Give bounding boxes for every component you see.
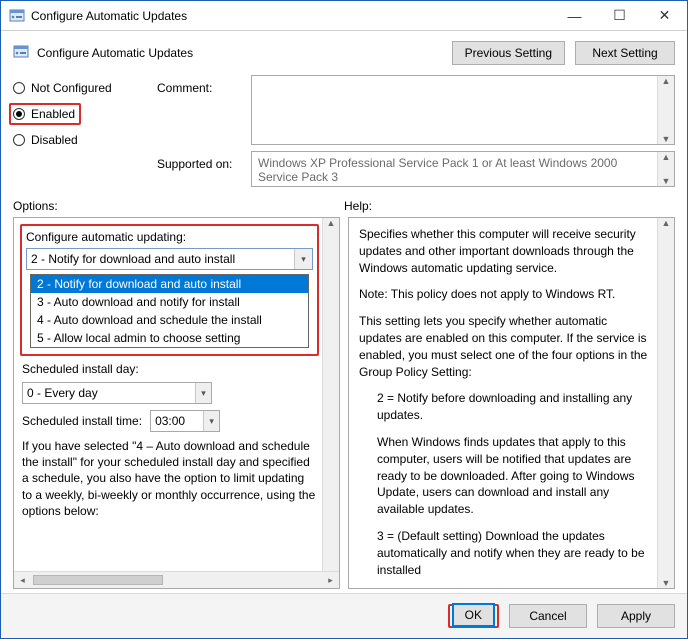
- chevron-down-icon: ▾: [195, 383, 211, 403]
- policy-title: Configure Automatic Updates: [37, 46, 193, 60]
- footer: OK Cancel Apply: [1, 593, 687, 638]
- policy-title-block: Configure Automatic Updates: [13, 44, 452, 63]
- scrollbar-vertical[interactable]: ▲▼: [657, 152, 674, 186]
- install-day-label: Scheduled install day:: [22, 362, 317, 376]
- previous-setting-button[interactable]: Previous Setting: [452, 41, 565, 65]
- state-radio-group: Not Configured Enabled Disabled: [13, 75, 153, 187]
- maximize-button[interactable]: ☐: [597, 1, 642, 30]
- policy-icon: [13, 44, 29, 63]
- dropdown-item[interactable]: 5 - Allow local admin to choose setting: [31, 329, 308, 347]
- config-grid: Not Configured Enabled Disabled Comment:…: [1, 69, 687, 191]
- install-day-combo[interactable]: 0 - Every day ▾: [22, 382, 212, 404]
- dropdown-item[interactable]: 2 - Notify for download and auto install: [31, 275, 308, 293]
- supported-on-value: Windows XP Professional Service Pack 1 o…: [258, 156, 617, 184]
- configure-updating-combo[interactable]: 2 - Notify for download and auto install…: [26, 248, 313, 270]
- help-paragraph: Specifies whether this computer will rec…: [359, 226, 652, 276]
- supported-label: Supported on:: [157, 151, 247, 187]
- comment-textarea[interactable]: ▲▼: [251, 75, 675, 145]
- window-frame: Configure Automatic Updates ― ☐ ✕ Config…: [0, 0, 688, 639]
- dropdown-item[interactable]: 4 - Auto download and schedule the insta…: [31, 311, 308, 329]
- comment-label: Comment:: [157, 75, 247, 145]
- section-labels: Options: Help:: [1, 191, 687, 217]
- options-note: If you have selected "4 – Auto download …: [22, 438, 317, 519]
- panes: ▲▼ Configure automatic updating: 2 - Not…: [1, 217, 687, 593]
- chevron-down-icon: ▾: [294, 249, 312, 269]
- radio-icon: [13, 134, 25, 146]
- help-paragraph: Note: This policy does not apply to Wind…: [359, 286, 652, 303]
- help-paragraph: 3 = (Default setting) Download the updat…: [377, 528, 652, 578]
- help-paragraph: When Windows finds updates that apply to…: [377, 434, 652, 518]
- chevron-down-icon: ▾: [203, 411, 219, 431]
- scrollbar-vertical[interactable]: ▲▼: [657, 76, 674, 144]
- radio-icon: [13, 82, 25, 94]
- help-pane: ▲▼ Specifies whether this computer will …: [348, 217, 675, 589]
- help-paragraph: 2 = Notify before downloading and instal…: [377, 390, 652, 424]
- apply-button[interactable]: Apply: [597, 604, 675, 628]
- install-day-value: 0 - Every day: [27, 386, 98, 400]
- scrollbar-vertical[interactable]: ▲▼: [657, 218, 674, 588]
- scrollbar-horizontal[interactable]: ◂▸: [14, 571, 339, 588]
- radio-icon: [13, 108, 25, 120]
- radio-label: Enabled: [31, 107, 75, 121]
- install-time-combo[interactable]: 03:00 ▾: [150, 410, 220, 432]
- configure-updating-dropdown: 2 - Notify for download and auto install…: [30, 274, 309, 348]
- radio-not-configured[interactable]: Not Configured: [13, 81, 153, 95]
- install-time-value: 03:00: [155, 414, 185, 428]
- header-row: Configure Automatic Updates Previous Set…: [1, 31, 687, 69]
- policy-app-icon: [9, 8, 25, 24]
- close-button[interactable]: ✕: [642, 1, 687, 30]
- options-heading: Options:: [13, 199, 344, 213]
- options-pane: ▲▼ Configure automatic updating: 2 - Not…: [13, 217, 340, 589]
- help-paragraph: This setting lets you specify whether au…: [359, 313, 652, 380]
- window-title: Configure Automatic Updates: [31, 9, 552, 23]
- help-text: Specifies whether this computer will rec…: [349, 218, 674, 588]
- minimize-button[interactable]: ―: [552, 1, 597, 30]
- titlebar: Configure Automatic Updates ― ☐ ✕: [1, 1, 687, 31]
- radio-label: Disabled: [31, 133, 78, 147]
- configure-updating-label: Configure automatic updating:: [26, 230, 313, 244]
- install-time-label: Scheduled install time:: [22, 414, 142, 428]
- supported-on-box: Windows XP Professional Service Pack 1 o…: [251, 151, 675, 187]
- dropdown-item[interactable]: 3 - Auto download and notify for install: [31, 293, 308, 311]
- configure-updating-highlight: Configure automatic updating: 2 - Notify…: [20, 224, 319, 356]
- configure-updating-value: 2 - Notify for download and auto install: [31, 252, 235, 266]
- next-setting-button[interactable]: Next Setting: [575, 41, 675, 65]
- radio-disabled[interactable]: Disabled: [13, 133, 153, 147]
- radio-label: Not Configured: [31, 81, 112, 95]
- ok-button[interactable]: OK: [452, 603, 495, 627]
- nav-buttons: Previous Setting Next Setting: [452, 41, 675, 65]
- help-heading: Help:: [344, 199, 675, 213]
- radio-enabled[interactable]: Enabled: [9, 103, 81, 125]
- ok-highlight: OK: [448, 604, 499, 628]
- cancel-button[interactable]: Cancel: [509, 604, 587, 628]
- options-inner: Configure automatic updating: 2 - Notify…: [14, 218, 339, 588]
